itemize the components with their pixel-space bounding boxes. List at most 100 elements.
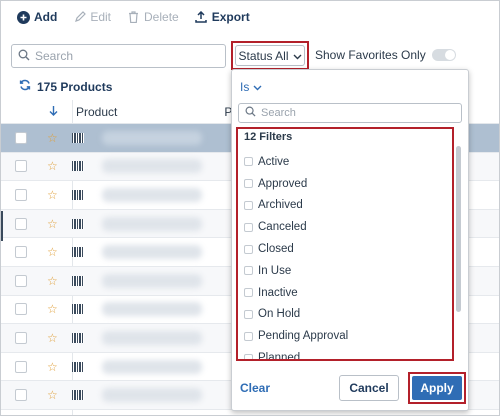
refresh-icon[interactable] xyxy=(19,79,31,94)
dropdown-footer: Clear Cancel Apply xyxy=(232,370,468,410)
star-icon[interactable]: ☆ xyxy=(47,217,61,231)
plus-circle-icon xyxy=(17,10,30,24)
search-input[interactable]: Search xyxy=(11,44,226,68)
apply-button[interactable]: Apply xyxy=(412,376,462,400)
filter-checkbox[interactable] xyxy=(244,179,253,189)
add-button[interactable]: Add xyxy=(17,10,57,24)
row-checkbox[interactable] xyxy=(15,389,27,402)
barcode-icon xyxy=(72,304,84,315)
app-frame: Add Edit Delete Export Search Status All… xyxy=(0,0,500,416)
filter-option-label: Canceled xyxy=(258,221,307,234)
star-icon[interactable]: ☆ xyxy=(47,302,61,316)
filter-search-input[interactable]: Search xyxy=(238,103,462,123)
delete-label: Delete xyxy=(144,10,179,24)
barcode-icon xyxy=(72,161,84,172)
filter-checkbox[interactable] xyxy=(244,331,253,341)
filter-option[interactable]: On Hold xyxy=(244,304,444,326)
status-filter-label: Status All xyxy=(238,48,289,63)
star-icon[interactable]: ☆ xyxy=(47,131,61,145)
star-icon[interactable]: ☆ xyxy=(47,331,61,345)
filter-checkbox[interactable] xyxy=(244,266,253,276)
filter-option[interactable]: Planned xyxy=(244,347,444,361)
star-icon[interactable]: ☆ xyxy=(47,360,61,374)
trash-icon xyxy=(127,11,140,24)
row-accent xyxy=(1,211,3,241)
barcode-icon xyxy=(72,361,84,372)
status-filter-highlight: Status All xyxy=(231,41,309,70)
chevron-down-icon xyxy=(293,49,302,63)
filter-checkbox[interactable] xyxy=(244,244,253,254)
product-name-redacted xyxy=(102,130,202,145)
filter-option[interactable]: In Use xyxy=(244,260,444,282)
barcode-icon xyxy=(72,275,84,286)
filter-checkbox[interactable] xyxy=(244,288,253,298)
favorites-toggle[interactable] xyxy=(431,49,456,61)
star-icon[interactable]: ☆ xyxy=(47,188,61,202)
cancel-button[interactable]: Cancel xyxy=(339,375,399,401)
filter-option[interactable]: Inactive xyxy=(244,282,444,304)
filter-option[interactable]: Active xyxy=(244,151,444,173)
filter-checkbox[interactable] xyxy=(244,222,253,232)
barcode-icon xyxy=(72,189,84,200)
product-name-redacted xyxy=(102,187,202,202)
search-icon xyxy=(245,106,256,120)
export-icon xyxy=(195,11,208,24)
add-label: Add xyxy=(34,10,58,24)
product-name-redacted xyxy=(102,273,202,288)
row-checkbox[interactable] xyxy=(15,331,27,344)
export-button[interactable]: Export xyxy=(195,10,250,24)
filter-checkbox[interactable] xyxy=(244,157,253,167)
product-name-redacted xyxy=(102,359,202,374)
filter-option[interactable]: Archived xyxy=(244,195,444,217)
filter-option[interactable]: Closed xyxy=(244,238,444,260)
filter-option-label: Pending Approval xyxy=(258,330,349,343)
product-count-label: 175 Products xyxy=(37,79,113,94)
star-icon[interactable]: ☆ xyxy=(47,245,61,259)
favorites-toggle-group: Show Favorites Only xyxy=(315,48,456,62)
row-checkbox[interactable] xyxy=(15,131,27,144)
filter-option-label: On Hold xyxy=(258,308,301,321)
operator-label: Is xyxy=(240,80,250,94)
filter-checkbox[interactable] xyxy=(244,309,253,319)
barcode-icon xyxy=(72,247,84,258)
filter-search-placeholder: Search xyxy=(261,107,296,119)
filter-option-label: Active xyxy=(258,155,290,168)
edit-label: Edit xyxy=(90,10,112,24)
row-checkbox[interactable] xyxy=(15,246,27,259)
apply-button-highlight: Apply xyxy=(408,372,466,404)
sort-arrow-icon[interactable] xyxy=(49,105,58,119)
filter-option[interactable]: Canceled xyxy=(244,216,444,238)
barcode-icon xyxy=(72,132,84,143)
column-header-product[interactable]: Product xyxy=(76,105,117,119)
star-icon[interactable]: ☆ xyxy=(47,159,61,173)
filter-scrollbar[interactable] xyxy=(456,146,461,312)
search-icon xyxy=(18,49,30,64)
star-icon[interactable]: ☆ xyxy=(47,388,61,402)
row-checkbox[interactable] xyxy=(15,188,27,201)
edit-button[interactable]: Edit xyxy=(73,10,111,24)
favorites-label: Show Favorites Only xyxy=(315,48,426,62)
filter-checkbox[interactable] xyxy=(244,200,253,210)
clear-button[interactable]: Clear xyxy=(240,381,270,395)
row-checkbox[interactable] xyxy=(15,360,27,373)
filter-option-label: Closed xyxy=(258,243,294,256)
filter-option[interactable]: Pending Approval xyxy=(244,325,444,347)
toolbar: Add Edit Delete Export xyxy=(1,1,499,33)
product-name-redacted xyxy=(102,245,202,260)
row-checkbox[interactable] xyxy=(15,303,27,316)
row-checkbox[interactable] xyxy=(15,160,27,173)
product-name-redacted xyxy=(102,159,202,174)
filter-option-label: In Use xyxy=(258,264,292,277)
filter-checkbox[interactable] xyxy=(244,353,253,359)
operator-select[interactable]: Is xyxy=(240,80,262,94)
row-checkbox[interactable] xyxy=(15,274,27,287)
star-icon[interactable]: ☆ xyxy=(47,274,61,288)
pencil-icon xyxy=(73,11,86,24)
filter-option-label: Inactive xyxy=(258,286,298,299)
filter-option-label: Planned xyxy=(258,352,301,361)
row-checkbox[interactable] xyxy=(15,217,27,230)
filter-option-label: Archived xyxy=(258,199,303,212)
delete-button[interactable]: Delete xyxy=(127,10,179,24)
status-filter-button[interactable]: Status All xyxy=(235,45,305,66)
filter-option[interactable]: Approved xyxy=(244,173,444,195)
